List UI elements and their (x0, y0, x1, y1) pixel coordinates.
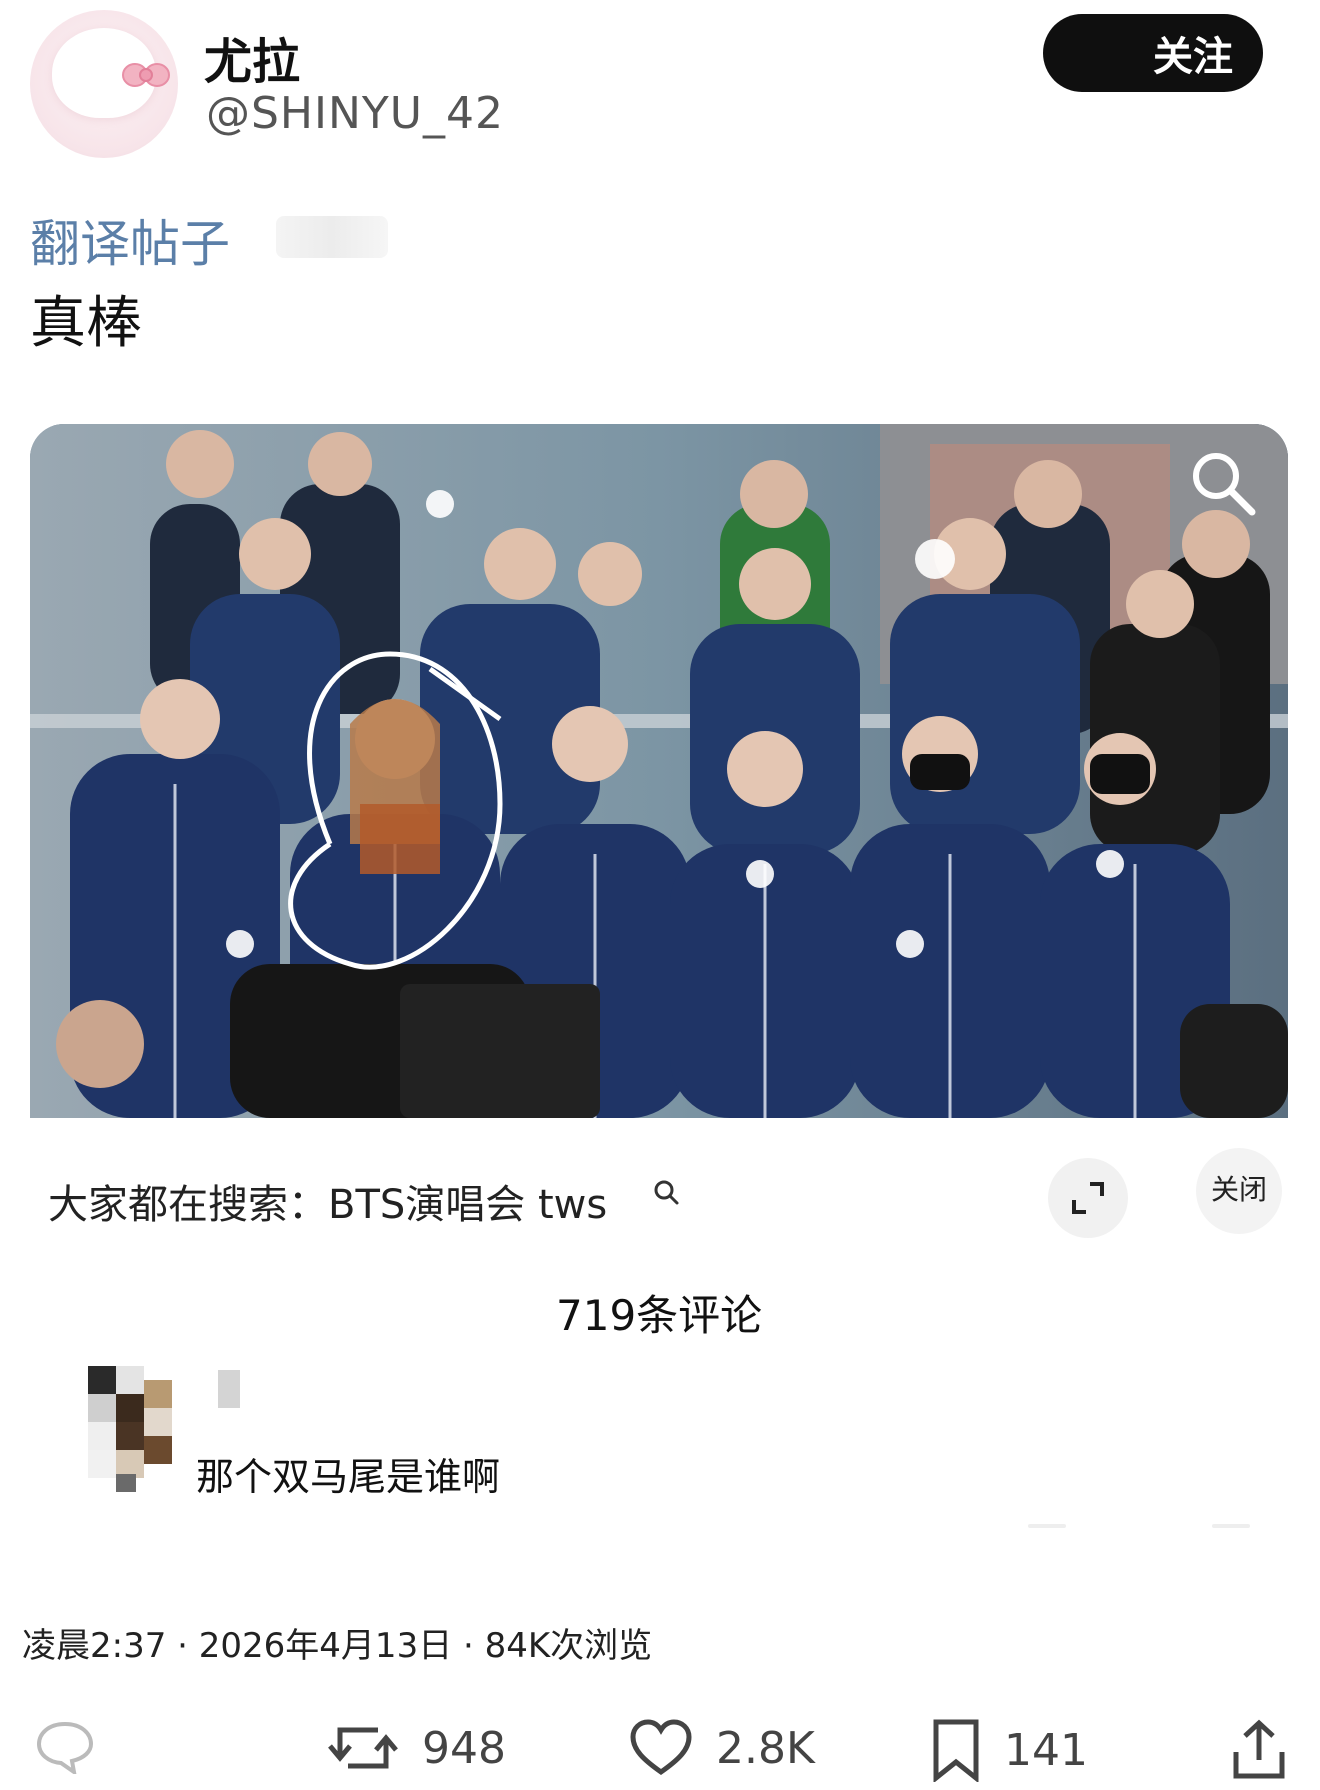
search-icon[interactable] (1188, 448, 1258, 518)
commenter-avatar[interactable] (88, 1366, 174, 1492)
repost-action[interactable]: 948 (326, 1718, 506, 1778)
repost-count: 948 (422, 1722, 506, 1774)
heart-icon (630, 1719, 692, 1776)
comment-icon (36, 1721, 94, 1774)
follow-button[interactable]: 关注 (1043, 14, 1263, 92)
close-button[interactable]: 关闭 (1196, 1148, 1282, 1234)
comment-count[interactable]: 719条评论 (556, 1282, 762, 1343)
user-handle: @SHINYU_42 (206, 88, 504, 139)
concert-crowd-photo (30, 424, 1288, 1118)
share-action[interactable] (1230, 1718, 1288, 1782)
divider (1212, 1524, 1250, 1528)
hello-kitty-avatar-icon (52, 28, 170, 118)
search-small-icon (654, 1180, 679, 1205)
divider (1028, 1524, 1066, 1528)
post-photo[interactable] (30, 424, 1288, 1118)
post-text: 真棒 (30, 291, 142, 356)
bookmark-count: 141 (1004, 1724, 1088, 1776)
translate-post-link[interactable]: 翻译帖子 (30, 204, 230, 276)
display-name: 尤拉 (204, 34, 301, 90)
bookmark-action[interactable]: 141 (930, 1718, 1088, 1782)
blurred-label (276, 216, 388, 258)
expand-icon (1072, 1182, 1104, 1214)
repost-icon (328, 1727, 398, 1769)
expand-button[interactable] (1048, 1158, 1128, 1238)
like-count: 2.8K (716, 1722, 815, 1774)
profile-avatar[interactable] (30, 10, 178, 158)
post-meta: 凌晨2:37 · 2026年4月13日 · 84K次浏览 (22, 1626, 653, 1666)
share-icon (1233, 1719, 1285, 1779)
reply-action[interactable] (34, 1718, 96, 1774)
like-action[interactable]: 2.8K (628, 1718, 815, 1778)
bookmark-icon (933, 1719, 979, 1782)
commenter-name-redacted (218, 1370, 240, 1408)
trending-search-text[interactable]: 大家都在搜索：BTS演唱会 tws (48, 1172, 607, 1230)
comment-text: 那个双马尾是谁啊 (196, 1455, 501, 1499)
